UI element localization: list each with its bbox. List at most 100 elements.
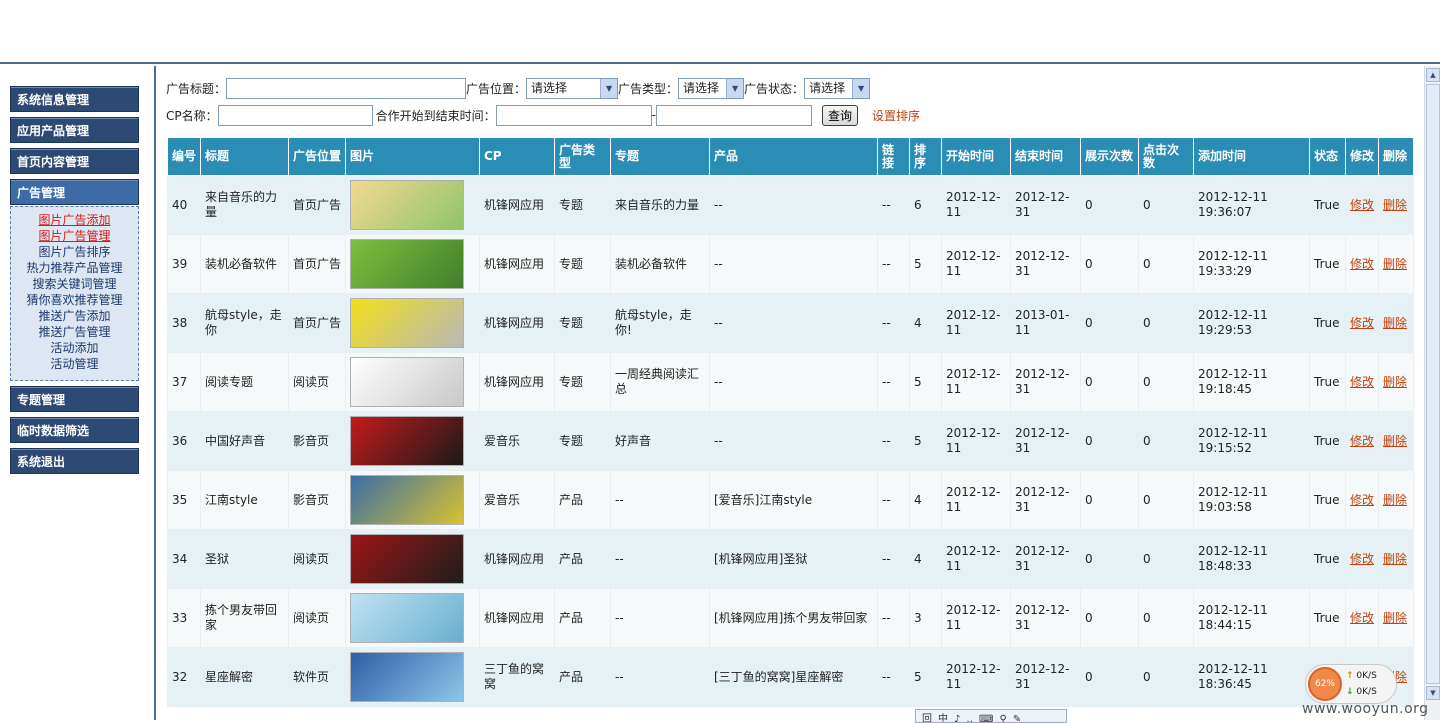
edit-link[interactable]: 修改: [1350, 493, 1374, 507]
menu-temp-data-filter[interactable]: 临时数据筛选: [10, 417, 139, 443]
cell-delete: 删除: [1378, 529, 1414, 589]
menu-logout[interactable]: 系统退出: [10, 448, 139, 474]
cell-status: True: [1309, 588, 1346, 648]
header-position: 广告位置: [288, 137, 346, 176]
menu-home-content[interactable]: 首页内容管理: [10, 148, 139, 174]
ad-thumbnail-image: [350, 534, 464, 584]
menu-system-info[interactable]: 系统信息管理: [10, 86, 139, 112]
cp-name-input[interactable]: [217, 104, 373, 126]
edit-link[interactable]: 修改: [1350, 434, 1374, 448]
end-date-input[interactable]: [655, 104, 812, 126]
cell-added-time: 2012-12-11 19:03:58: [1193, 470, 1310, 530]
header-sort: 排序: [909, 137, 942, 176]
ad-submenu: 图片广告添加 图片广告管理 图片广告排序 热力推荐产品管理 搜索关键词管理 猜你…: [10, 206, 139, 381]
cell-views: 0: [1080, 352, 1139, 412]
submenu-image-ad-manage[interactable]: 图片广告管理: [11, 228, 138, 244]
edit-link[interactable]: 修改: [1350, 316, 1374, 330]
cell-position: 影音页: [288, 411, 346, 471]
type-select[interactable]: 请选择 ▼: [678, 77, 745, 99]
edit-link[interactable]: 修改: [1350, 375, 1374, 389]
position-select[interactable]: 请选择 ▼: [526, 77, 619, 99]
cell-end-time: 2012-12-31: [1010, 352, 1081, 412]
edit-link[interactable]: 修改: [1350, 611, 1374, 625]
delete-link[interactable]: 删除: [1383, 375, 1407, 389]
delete-link[interactable]: 删除: [1383, 552, 1407, 566]
submenu-search-keywords[interactable]: 搜索关键词管理: [11, 276, 138, 292]
cell-type: 产品: [554, 588, 611, 648]
delete-link[interactable]: 删除: [1383, 257, 1407, 271]
menu-ad-management[interactable]: 广告管理: [10, 179, 139, 205]
cell-position: 阅读页: [288, 588, 346, 648]
cell-cp: 机锋网应用: [479, 529, 555, 589]
edit-link[interactable]: 修改: [1350, 198, 1374, 212]
cell-type: 专题: [554, 234, 611, 294]
delete-link[interactable]: 删除: [1383, 434, 1407, 448]
cell-sort: 4: [909, 529, 942, 589]
header-end-time: 结束时间: [1010, 137, 1081, 176]
cell-id: 34: [167, 529, 201, 589]
submenu-push-ad-manage[interactable]: 推送广告管理: [11, 324, 138, 340]
ad-thumbnail-image: [350, 475, 464, 525]
cell-cp: 机锋网应用: [479, 588, 555, 648]
cell-clicks: 0: [1138, 175, 1194, 235]
ad-title-input[interactable]: [226, 77, 467, 99]
cell-views: 0: [1080, 647, 1139, 707]
submenu-hot-products[interactable]: 热力推荐产品管理: [11, 260, 138, 276]
cell-product: --: [709, 293, 878, 353]
cell-cp: 机锋网应用: [479, 234, 555, 294]
scroll-down-arrow-icon[interactable]: ▼: [1426, 686, 1440, 700]
cell-added-time: 2012-12-11 19:15:52: [1193, 411, 1310, 471]
scroll-up-arrow-icon[interactable]: ▲: [1426, 68, 1440, 82]
edit-link[interactable]: 修改: [1350, 257, 1374, 271]
vertical-scrollbar[interactable]: ▲ ▼: [1424, 66, 1440, 720]
cell-position: 首页广告: [288, 234, 346, 294]
submenu-activity-add[interactable]: 活动添加: [11, 340, 138, 356]
table-row: 36 中国好声音 影音页 爱音乐 专题 好声音 -- -- 5 2012-12-11 2012-12…: [167, 411, 1414, 471]
cell-views: 0: [1080, 411, 1139, 471]
type-label: 广告类型：: [618, 81, 679, 96]
table-header-row: 编号 标题 广告位置 图片 CP 广告类型 专题 产品 链接 排序 开始时间 结…: [167, 137, 1414, 176]
table-row: 34 圣狱 阅读页 机锋网应用 产品 -- [机锋网应用]圣狱 -- 4 2012-12-11 20…: [167, 529, 1414, 589]
status-select-value: 请选择: [809, 80, 846, 95]
ime-toolbar[interactable]: 回中♪‥⌨⚲✎: [915, 709, 1067, 723]
header-start-time: 开始时间: [941, 137, 1011, 176]
title-label: 广告标题：: [166, 81, 227, 96]
submenu-push-ad-add[interactable]: 推送广告添加: [11, 308, 138, 324]
start-date-input[interactable]: [495, 104, 652, 126]
cell-topic: 航母style，走你!: [610, 293, 710, 353]
submenu-image-ad-sort[interactable]: 图片广告排序: [11, 244, 138, 260]
submenu-image-ad-add[interactable]: 图片广告添加: [11, 212, 138, 228]
network-speed-widget[interactable]: 62% ↑ 0K/S ↓ 0K/S: [1305, 664, 1397, 704]
set-sort-link[interactable]: 设置排序: [872, 107, 920, 124]
cell-views: 0: [1080, 588, 1139, 648]
cell-product: --: [709, 234, 878, 294]
submenu-guess-you-like[interactable]: 猜你喜欢推荐管理: [11, 292, 138, 308]
cell-start-time: 2012-12-11: [941, 293, 1011, 353]
menu-topics[interactable]: 专题管理: [10, 386, 139, 412]
cell-link: --: [877, 588, 910, 648]
cell-type: 专题: [554, 352, 611, 412]
cell-position: 首页广告: [288, 293, 346, 353]
delete-link[interactable]: 删除: [1383, 611, 1407, 625]
cell-views: 0: [1080, 470, 1139, 530]
submenu-activity-manage[interactable]: 活动管理: [11, 356, 138, 372]
menu-app-products[interactable]: 应用产品管理: [10, 117, 139, 143]
cell-id: 39: [167, 234, 201, 294]
cell-type: 专题: [554, 175, 611, 235]
header-type: 广告类型: [554, 137, 611, 176]
cell-link: --: [877, 234, 910, 294]
delete-link[interactable]: 删除: [1383, 316, 1407, 330]
scroll-thumb[interactable]: [1426, 84, 1440, 684]
up-arrow-icon: ↑: [1346, 671, 1354, 681]
cell-title: 星座解密: [200, 647, 289, 707]
delete-link[interactable]: 删除: [1383, 198, 1407, 212]
header-topic: 专题: [610, 137, 710, 176]
delete-link[interactable]: 删除: [1383, 493, 1407, 507]
type-select-value: 请选择: [683, 80, 720, 95]
cell-type: 产品: [554, 529, 611, 589]
status-select[interactable]: 请选择 ▼: [804, 77, 871, 99]
cell-clicks: 0: [1138, 293, 1194, 353]
edit-link[interactable]: 修改: [1350, 552, 1374, 566]
cell-title: 圣狱: [200, 529, 289, 589]
query-button[interactable]: 查询: [821, 104, 858, 126]
